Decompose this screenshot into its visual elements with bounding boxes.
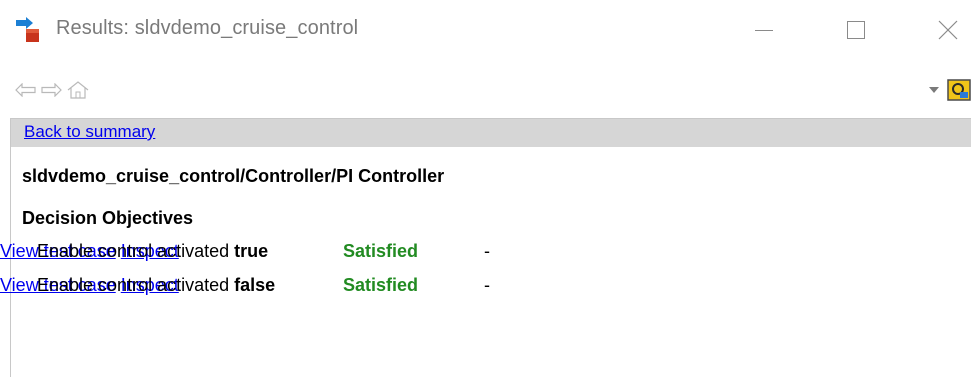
separator-dash: -	[484, 241, 490, 261]
minimize-icon	[755, 30, 773, 31]
decision-objectives-heading: Decision Objectives	[22, 208, 194, 228]
block-path-heading: sldvdemo_cruise_control/Controller/PI Co…	[22, 166, 445, 186]
objective-row: Enable control activated false Satisfied…	[0, 275, 971, 303]
forward-button[interactable]	[38, 76, 64, 104]
simulink-results-icon	[14, 16, 42, 44]
summary-navigation-bar: Back to summary	[11, 119, 971, 147]
objective-description: Enable control activated true	[37, 241, 268, 262]
objective-outcome: false	[234, 275, 276, 295]
objective-row: Enable control activated true Satisfied …	[0, 241, 971, 269]
dropdown-caret-icon	[929, 87, 939, 93]
back-to-summary-link[interactable]: Back to summary	[24, 122, 155, 142]
forward-arrow-icon	[41, 83, 62, 97]
window-title: Results: sldvdemo_cruise_control	[56, 17, 359, 39]
objective-description: Enable control activated false	[37, 275, 275, 296]
locate-button[interactable]	[946, 76, 971, 104]
back-arrow-icon	[15, 83, 36, 97]
maximize-icon	[847, 21, 865, 39]
separator-dash: -	[484, 275, 490, 295]
close-button[interactable]	[928, 10, 968, 50]
objective-status: Satisfied	[343, 275, 419, 295]
minimize-button[interactable]	[744, 10, 784, 50]
back-button[interactable]	[13, 76, 39, 104]
close-icon	[938, 20, 958, 40]
home-button[interactable]	[64, 76, 94, 104]
objective-prefix: Enable control activated	[37, 241, 235, 261]
home-icon	[67, 81, 89, 99]
objective-prefix: Enable control activated	[37, 275, 235, 295]
objective-outcome: true	[234, 241, 269, 261]
dropdown-button[interactable]	[926, 76, 942, 104]
title-bar: Results: sldvdemo_cruise_control	[0, 0, 971, 60]
objective-status: Satisfied	[343, 241, 419, 261]
locate-icon	[947, 79, 971, 101]
navigation-toolbar	[0, 72, 971, 108]
maximize-button[interactable]	[836, 10, 876, 50]
